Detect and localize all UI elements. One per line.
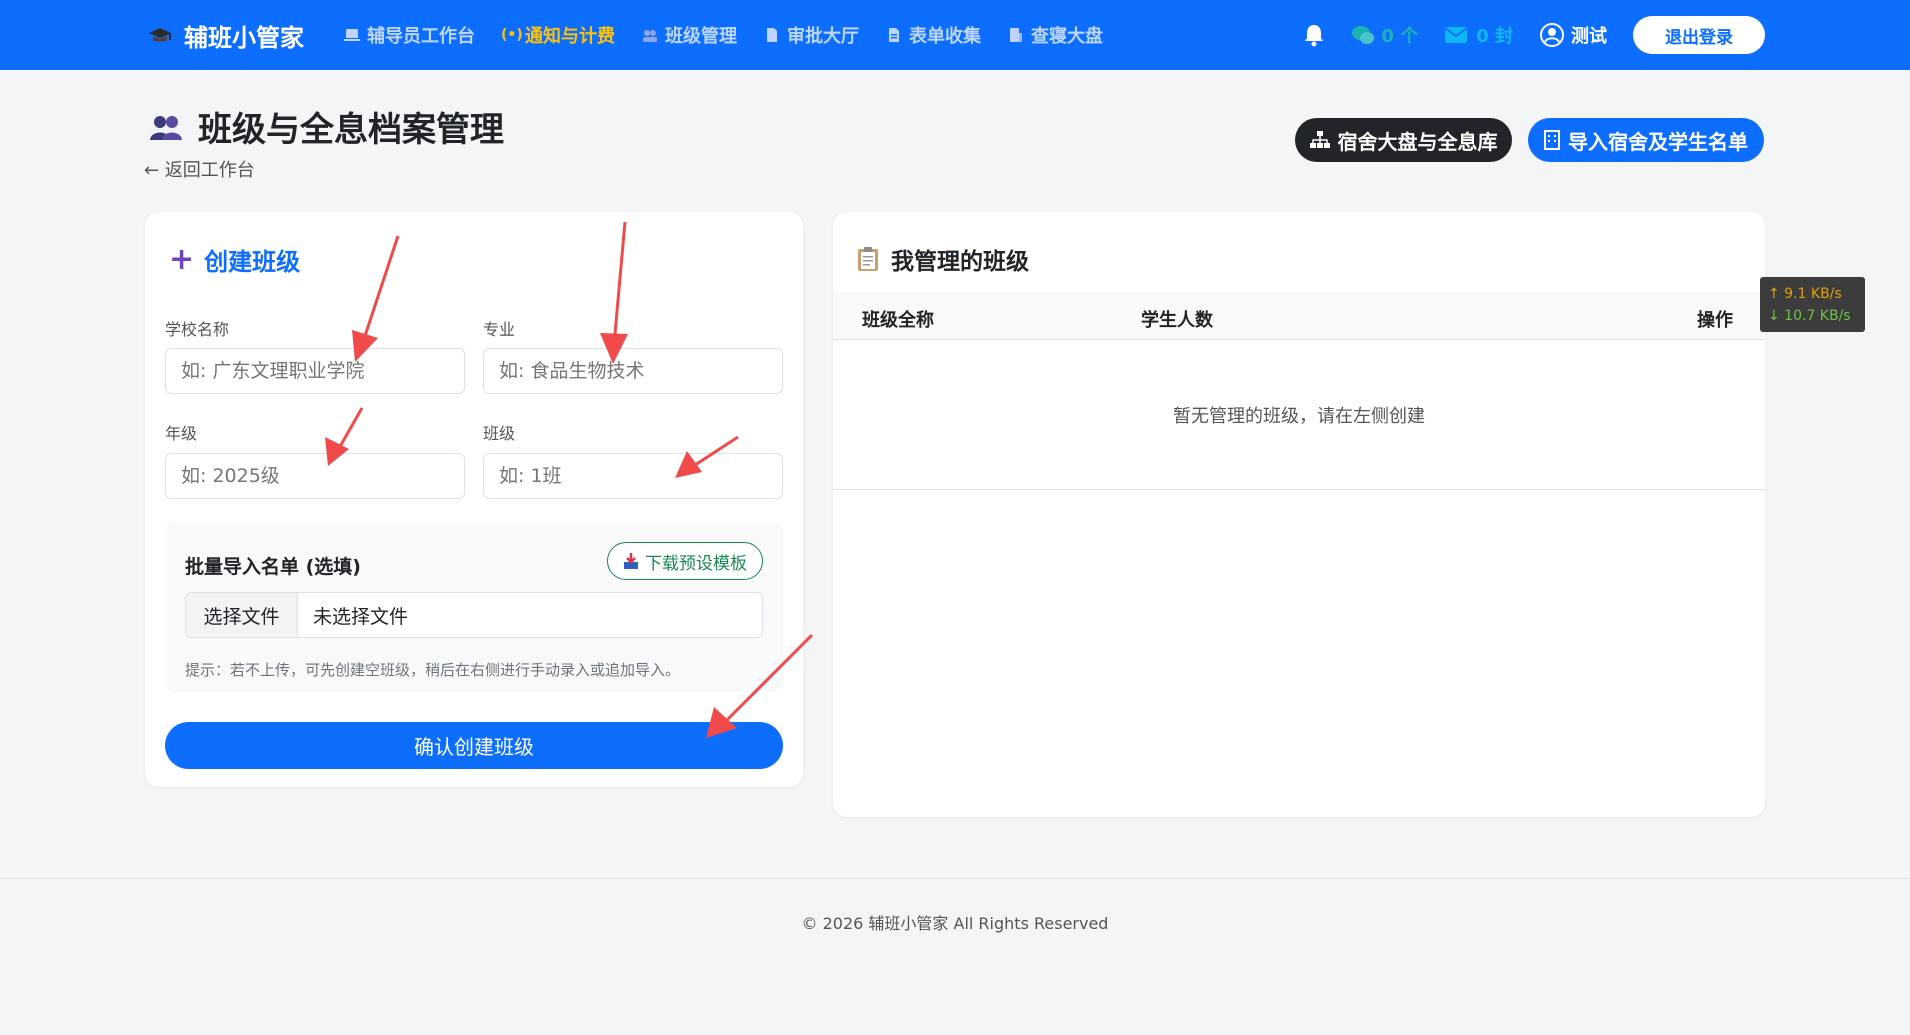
mail-count: 0 封 — [1476, 26, 1513, 47]
dorm-dashboard-button[interactable]: 宿舍大盘与全息库 — [1295, 118, 1512, 162]
nav-item-notify-billing[interactable]: (•) 通知与计费 — [501, 22, 615, 48]
network-speed-widget: ↑ 9.1 KB/s ↓ 10.7 KB/s — [1760, 277, 1865, 332]
create-class-title: + 创建班级 — [169, 242, 300, 277]
nav-right: 0 个 0 封 测试 退出登录 — [1303, 0, 1765, 70]
table-header: 班级全称 学生人数 操作 — [833, 292, 1765, 340]
nav-menu: 辅导员工作台 (•) 通知与计费 班级管理 审批大厅 表单收集 查寝大盘 — [343, 0, 1103, 70]
major-input[interactable] — [483, 348, 783, 394]
grade-label: 年级 — [165, 424, 198, 443]
form-icon — [889, 28, 899, 42]
building-icon — [1544, 130, 1560, 150]
nav-item-approval[interactable]: 审批大厅 — [763, 22, 859, 48]
nav-item-label: 辅导员工作台 — [367, 26, 475, 47]
wechat-icon — [1352, 26, 1375, 44]
sitemap-icon — [1309, 131, 1330, 148]
my-classes-title-text: 我管理的班级 — [891, 249, 1029, 275]
nav-item-class-management[interactable]: 班级管理 — [641, 22, 737, 48]
footer-copyright: © 2026 辅班小管家 All Rights Reserved — [801, 914, 1109, 933]
class-label: 班级 — [483, 424, 516, 443]
download-icon — [624, 553, 638, 569]
column-header-student-count: 学生人数 — [1141, 310, 1213, 331]
building-icon — [1010, 28, 1022, 42]
file-icon — [767, 28, 777, 42]
choose-file-button[interactable]: 选择文件 — [186, 593, 298, 637]
back-to-workbench-link[interactable]: ← 返回工作台 — [144, 156, 255, 182]
plus-icon: + — [169, 241, 195, 277]
school-label: 学校名称 — [165, 320, 230, 339]
column-header-actions: 操作 — [1697, 310, 1733, 331]
create-class-title-text: 创建班级 — [204, 248, 301, 276]
confirm-create-class-button[interactable]: 确认创建班级 — [165, 722, 783, 769]
batch-import-section: 批量导入名单 (选填) 下载预设模板 选择文件 未选择文件 提示：若不上传，可先… — [165, 522, 783, 692]
page-title: 班级与全息档案管理 — [148, 102, 504, 151]
download-template-label: 下载预设模板 — [645, 553, 747, 574]
users-icon — [150, 115, 182, 140]
graduation-cap-icon — [149, 27, 171, 41]
nav-item-dorm-check[interactable]: 查寝大盘 — [1007, 22, 1103, 48]
footer-divider — [0, 878, 1910, 879]
import-dorm-students-button[interactable]: 导入宿舍及学生名单 — [1528, 118, 1764, 162]
nav-item-label: 表单收集 — [909, 26, 981, 47]
page-title-text: 班级与全息档案管理 — [198, 110, 504, 150]
empty-state-row: 暂无管理的班级，请在左侧创建 — [833, 340, 1765, 490]
file-name-text: 未选择文件 — [313, 605, 409, 628]
brand[interactable]: 辅班小管家 — [148, 18, 304, 53]
logout-button[interactable]: 退出登录 — [1633, 16, 1765, 54]
brand-name: 辅班小管家 — [184, 24, 304, 52]
clipboard-icon — [858, 247, 878, 271]
broadcast-icon: (•) — [501, 27, 523, 43]
download-template-button[interactable]: 下载预设模板 — [607, 542, 763, 580]
column-header-class-name: 班级全称 — [862, 310, 934, 331]
school-input[interactable] — [165, 348, 465, 394]
wechat-count: 0 个 — [1381, 26, 1419, 47]
user-circle-icon — [1540, 23, 1564, 47]
mail-icon — [1444, 27, 1468, 43]
nav-item-workbench[interactable]: 辅导员工作台 — [343, 22, 475, 48]
create-class-card: + 创建班级 学校名称 专业 年级 班级 批量导入名单 (选填) 下载预设模板 … — [145, 212, 803, 787]
nav-item-form-collect[interactable]: 表单收集 — [885, 22, 981, 48]
grade-input[interactable] — [165, 453, 465, 499]
major-label: 专业 — [483, 320, 516, 339]
my-classes-card: 我管理的班级 班级全称 学生人数 操作 暂无管理的班级，请在左侧创建 — [833, 212, 1765, 817]
import-dorm-students-label: 导入宿舍及学生名单 — [1568, 129, 1748, 154]
dorm-dashboard-label: 宿舍大盘与全息库 — [1337, 129, 1498, 154]
import-hint: 提示：若不上传，可先创建空班级，稍后在右侧进行手动录入或追加导入。 — [185, 661, 681, 679]
download-speed: ↓ 10.7 KB/s — [1768, 308, 1851, 324]
mail-counter[interactable]: 0 封 — [1444, 22, 1513, 48]
user-name: 测试 — [1571, 26, 1607, 47]
file-input[interactable]: 选择文件 未选择文件 — [185, 592, 763, 638]
batch-import-title: 批量导入名单 (选填) — [185, 556, 361, 578]
upload-speed: ↑ 9.1 KB/s — [1768, 286, 1842, 302]
nav-item-label: 班级管理 — [665, 26, 737, 47]
user-menu[interactable]: 测试 — [1539, 22, 1607, 48]
nav-item-label: 审批大厅 — [787, 26, 859, 47]
top-navbar: 辅班小管家 辅导员工作台 (•) 通知与计费 班级管理 审批大厅 表单收集 查寝… — [0, 0, 1910, 70]
wechat-counter[interactable]: 0 个 — [1351, 22, 1418, 48]
class-input[interactable] — [483, 453, 783, 499]
laptop-icon — [344, 29, 360, 41]
my-classes-title: 我管理的班级 — [857, 242, 1029, 276]
nav-item-label: 查寝大盘 — [1031, 26, 1103, 47]
bell-icon[interactable] — [1303, 23, 1325, 47]
users-icon — [643, 30, 657, 42]
nav-item-label: 通知与计费 — [525, 26, 615, 47]
